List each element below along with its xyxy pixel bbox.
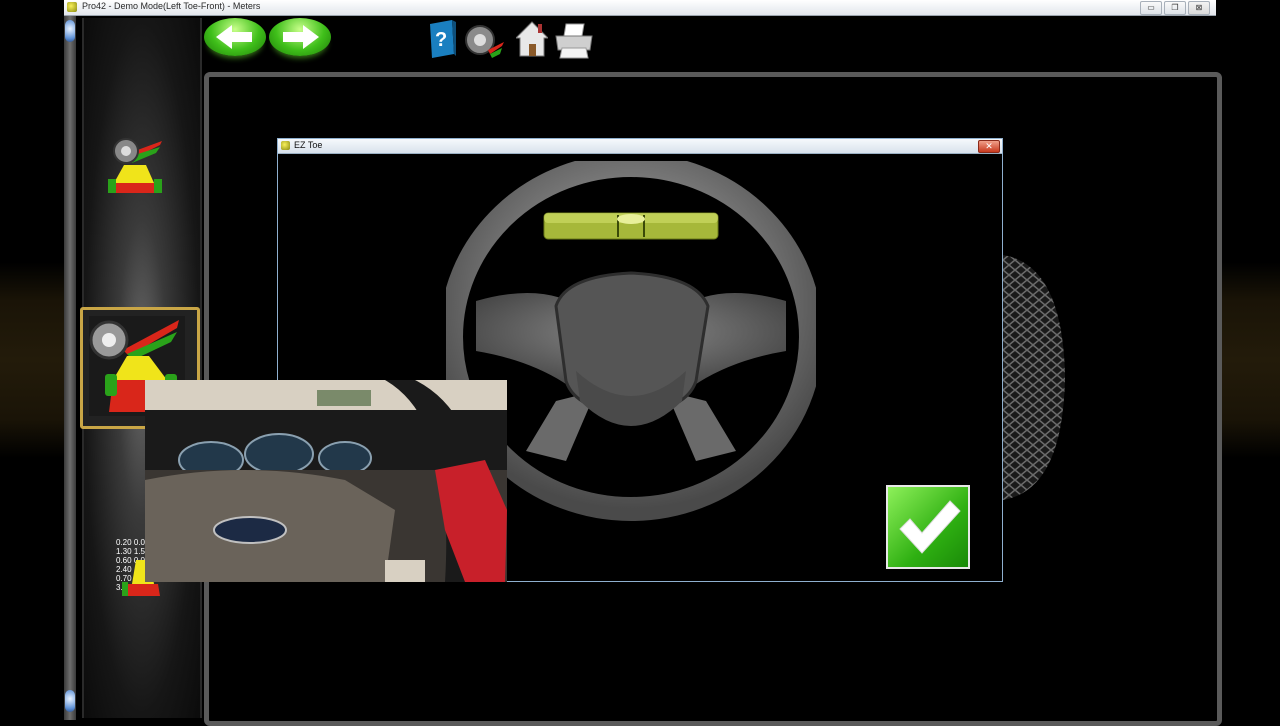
sidebar-item-caster-camber[interactable]	[104, 135, 166, 201]
home-icon	[514, 21, 550, 57]
confirm-check-button[interactable]	[886, 485, 970, 569]
svg-text:?: ?	[435, 29, 447, 51]
window-titlebar: Pro42 - Demo Mode(Left Toe-Front) - Mete…	[64, 0, 1216, 16]
forward-button[interactable]	[269, 18, 331, 56]
scroll-up-knob[interactable]	[65, 20, 75, 42]
print-button[interactable]	[554, 20, 594, 62]
back-button[interactable]	[204, 18, 266, 56]
print-icon	[555, 23, 593, 59]
tire-icon	[1003, 255, 1065, 500]
left-scroll-rail[interactable]	[64, 16, 76, 720]
scroll-down-knob[interactable]	[65, 690, 75, 712]
measure-icon	[465, 25, 504, 58]
app-icon	[67, 2, 77, 12]
restore-button[interactable]: ❐	[1164, 1, 1186, 15]
checkmark-icon	[899, 500, 961, 554]
dialog-app-icon	[281, 141, 290, 150]
home-button[interactable]	[514, 20, 550, 62]
forward-arrow-icon	[283, 25, 319, 49]
back-arrow-icon	[216, 25, 252, 49]
dialog-title: EZ Toe	[294, 140, 323, 150]
window-title: Pro42 - Demo Mode(Left Toe-Front) - Mete…	[82, 1, 261, 11]
minimize-button[interactable]: ▭	[1140, 1, 1162, 15]
window-controls: ▭ ❐ ⊠	[1140, 1, 1210, 15]
instruction-video-overlay[interactable]	[145, 380, 507, 582]
caster-camber-icon	[108, 138, 162, 193]
video-frame-graphic	[145, 380, 507, 582]
dialog-close-button[interactable]: ✕	[978, 140, 1000, 153]
close-button[interactable]: ⊠	[1188, 1, 1210, 15]
help-button[interactable]: ?	[426, 20, 458, 62]
tire-graphic	[1003, 255, 1069, 500]
dialog-titlebar: EZ Toe ✕	[278, 139, 1002, 154]
measure-button[interactable]	[464, 20, 504, 62]
help-icon: ?	[430, 20, 456, 58]
